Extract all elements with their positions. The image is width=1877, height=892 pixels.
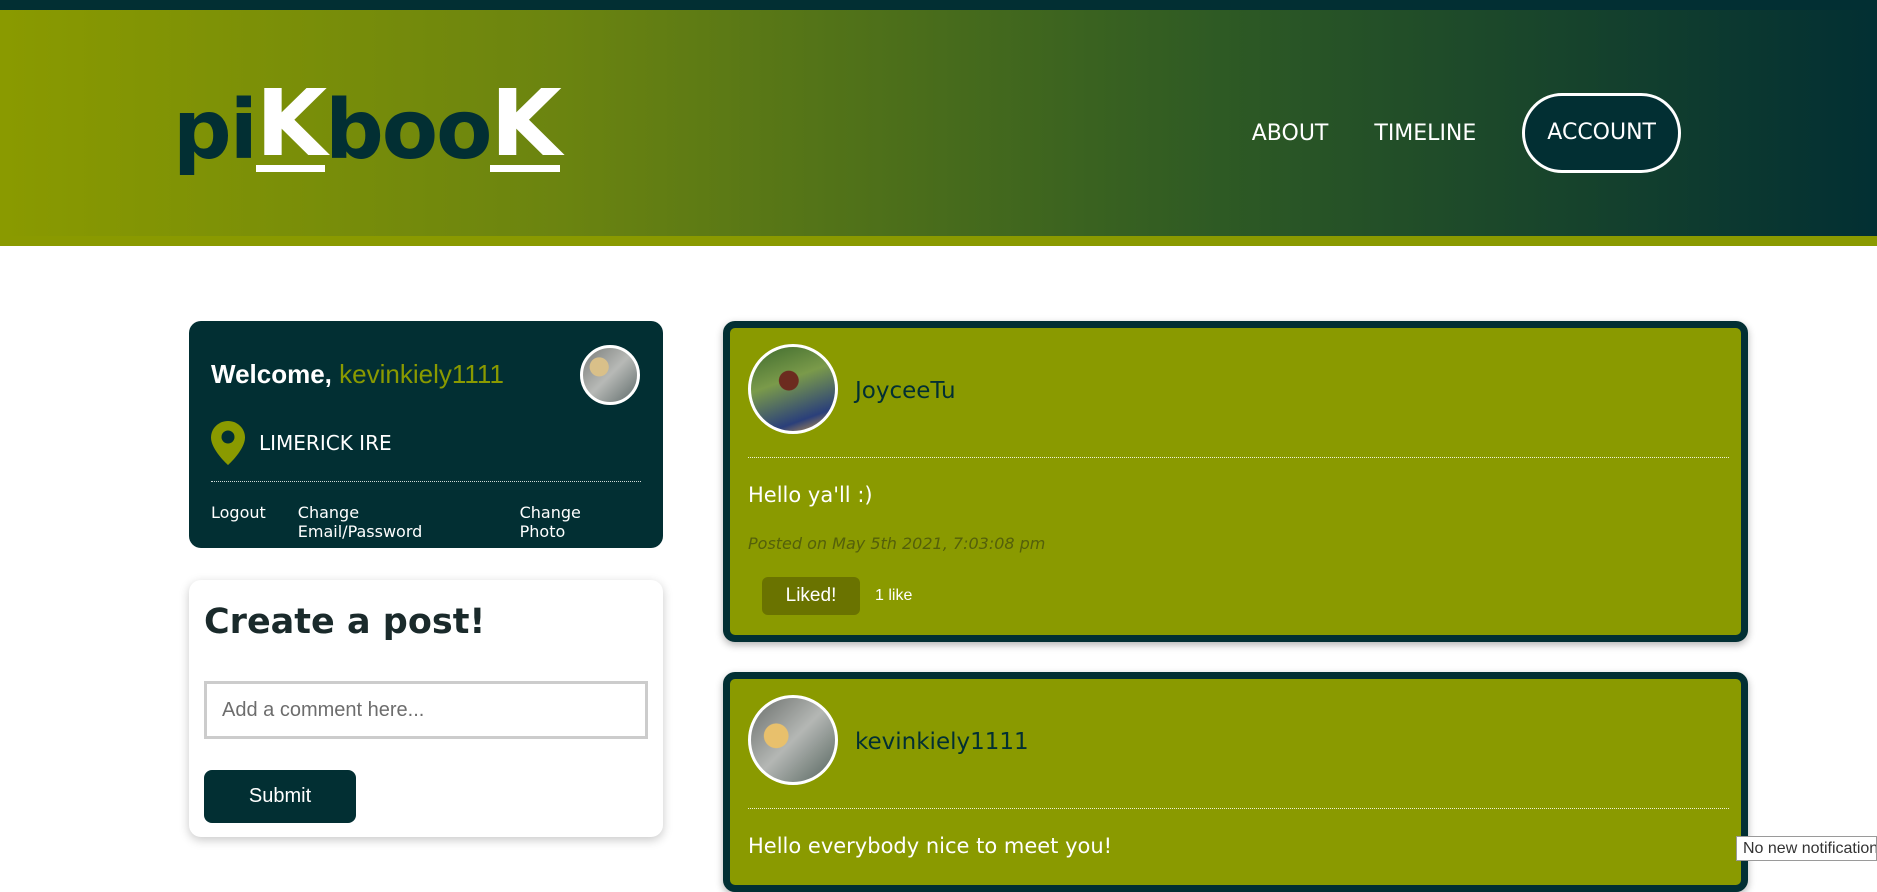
profile-avatar[interactable] [580, 345, 640, 405]
logout-link[interactable]: Logout [211, 503, 266, 541]
site-header: pi Kboo K ABOUT TIMELINE ACCOUNT [0, 10, 1877, 246]
logo-part-2: K [255, 70, 327, 178]
post-divider [748, 808, 1729, 809]
post-divider [748, 457, 1729, 458]
post-card: kevinkiely1111 Hello everybody nice to m… [723, 672, 1748, 892]
post-avatar[interactable] [748, 695, 838, 785]
header-bottom-strip [0, 236, 1877, 246]
post-text: Hello everybody nice to meet you! [748, 834, 1113, 858]
post-username[interactable]: JoyceeTu [855, 378, 956, 404]
profile-username: kevinkiely1111 [339, 359, 504, 389]
post-avatar[interactable] [748, 344, 838, 434]
logo-part-3: boo [325, 83, 492, 178]
logo-part-1: pi [173, 83, 258, 178]
location-text: LIMERICK IRE [259, 431, 392, 455]
change-photo-link[interactable]: Change Photo [520, 503, 631, 541]
welcome-heading: Welcome, kevinkiely1111 [211, 359, 504, 390]
post-username[interactable]: kevinkiely1111 [855, 729, 1029, 755]
submit-button[interactable]: Submit [204, 770, 356, 823]
comment-input[interactable] [204, 681, 648, 739]
profile-card: Welcome, kevinkiely1111 LIMERICK IRE Log… [189, 321, 663, 548]
location-row: LIMERICK IRE [211, 421, 392, 465]
account-button[interactable]: ACCOUNT [1522, 93, 1681, 173]
nav-timeline[interactable]: TIMELINE [1374, 121, 1476, 146]
like-count: 1 like [875, 587, 913, 604]
like-button[interactable]: Liked! [762, 577, 860, 615]
change-email-link[interactable]: Change Email/Password [298, 503, 488, 541]
map-pin-icon [211, 421, 245, 465]
profile-divider [211, 481, 641, 482]
notification-toast[interactable]: No new notifications [1736, 836, 1877, 861]
post-text: Hello ya'll :) [748, 483, 873, 507]
logo-part-4: K [490, 70, 562, 178]
create-post-title: Create a post! [204, 602, 486, 642]
post-date: Posted on May 5th 2021, 7:03:08 pm [748, 534, 1046, 553]
post-card: JoyceeTu Hello ya'll :) Posted on May 5t… [723, 321, 1748, 642]
nav-about[interactable]: ABOUT [1252, 121, 1329, 146]
main-nav: ABOUT TIMELINE ACCOUNT [1206, 93, 1681, 173]
top-strip [0, 0, 1877, 10]
profile-links: Logout Change Email/Password Change Phot… [211, 503, 663, 541]
pikbook-logo[interactable]: pi Kboo K [173, 70, 562, 178]
create-post-card: Create a post! Submit [189, 580, 663, 837]
welcome-label: Welcome, [211, 359, 332, 389]
